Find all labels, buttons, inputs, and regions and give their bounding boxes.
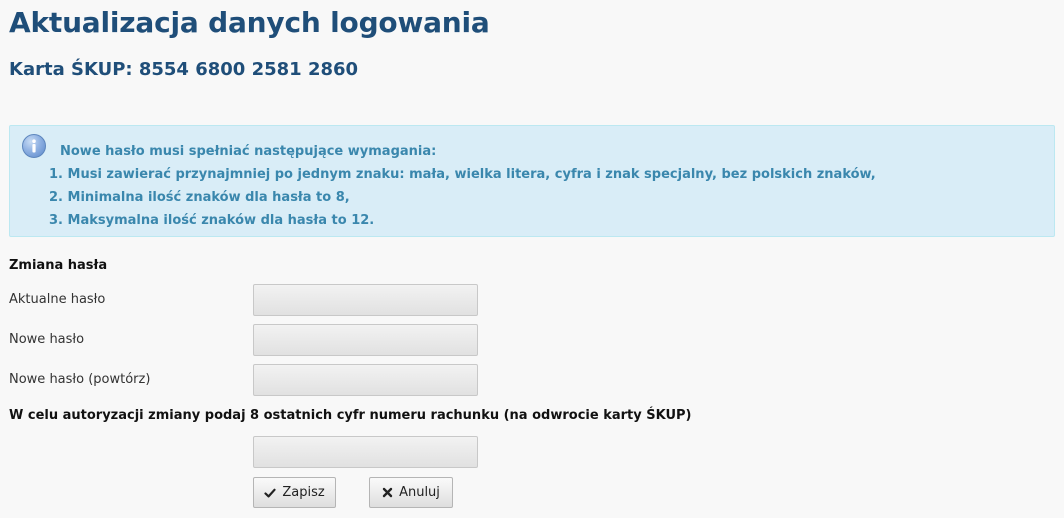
- current-password-input[interactable]: [253, 284, 478, 316]
- current-password-label: Aktualne hasło: [9, 292, 106, 307]
- card-number-heading: Karta ŚKUP: 8554 6800 2581 2860: [9, 59, 359, 80]
- section-title: Zmiana hasła: [9, 258, 108, 273]
- save-button-label: Zapisz: [282, 485, 325, 500]
- requirements-text: Nowe hasło musi spełniać następujące wym…: [49, 140, 876, 232]
- close-icon: [382, 487, 393, 498]
- requirement-item: 2. Minimalna ilość znaków dla hasła to 8…: [49, 190, 350, 205]
- repeat-password-label: Nowe hasło (powtórz): [9, 372, 151, 387]
- cancel-button[interactable]: Anuluj: [369, 477, 453, 508]
- account-digits-input[interactable]: [253, 436, 478, 468]
- new-password-label: Nowe hasło: [9, 332, 85, 347]
- info-icon: [22, 134, 46, 158]
- requirements-heading: Nowe hasło musi spełniać następujące wym…: [60, 144, 437, 159]
- authorization-label: W celu autoryzacji zmiany podaj 8 ostatn…: [9, 408, 692, 423]
- requirement-item: 3. Maksymalna ilość znaków dla hasła to …: [49, 213, 375, 228]
- save-button[interactable]: Zapisz: [253, 477, 336, 508]
- page-title: Aktualizacja danych logowania: [9, 6, 490, 39]
- checkmark-icon: [264, 488, 276, 497]
- cancel-button-label: Anuluj: [399, 485, 440, 500]
- repeat-password-input[interactable]: [253, 364, 478, 396]
- new-password-input[interactable]: [253, 324, 478, 356]
- requirement-item: 1. Musi zawierać przynajmniej po jednym …: [49, 167, 876, 182]
- password-requirements-alert: Nowe hasło musi spełniać następujące wym…: [9, 125, 1055, 237]
